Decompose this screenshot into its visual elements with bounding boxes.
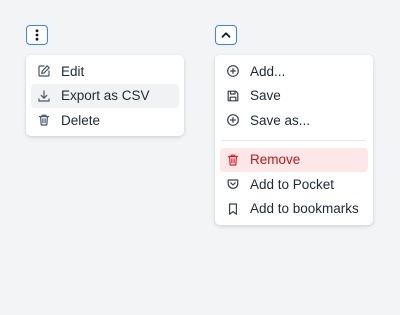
menu-item-remove[interactable]: Remove (220, 147, 368, 172)
plus-circle-icon (226, 64, 240, 78)
menu-item-add-to-bookmarks[interactable]: Add to bookmarks (220, 197, 368, 222)
chevron-up-icon (221, 32, 231, 38)
menu-item-edit[interactable]: Edit (31, 59, 179, 84)
menu-item-label: Edit (61, 63, 85, 79)
download-icon (37, 89, 51, 103)
menu-item-add-to-pocket[interactable]: Add to Pocket (220, 172, 368, 197)
pocket-icon (226, 177, 240, 191)
menu-item-label: Save (250, 88, 281, 104)
more-options-button[interactable] (26, 25, 48, 45)
edit-icon (37, 64, 51, 78)
menu-item-label: Save as... (250, 112, 311, 128)
save-icon (226, 89, 240, 103)
row-actions-menu: Edit Export as CSV Delete (26, 55, 184, 136)
plus-circle-icon (226, 113, 240, 127)
trash-icon (37, 113, 51, 127)
trash-icon (226, 153, 240, 167)
menu-item-export-csv[interactable]: Export as CSV (31, 83, 179, 108)
menu-item-label: Remove (250, 152, 301, 168)
dots-vertical-icon (35, 29, 39, 41)
menu-item-delete[interactable]: Delete (31, 108, 179, 133)
collapse-menu-button[interactable] (215, 25, 237, 45)
menu-item-add[interactable]: Add... (220, 59, 368, 84)
menu-item-label: Add... (250, 63, 286, 79)
menu-item-save[interactable]: Save (220, 84, 368, 109)
menu-item-label: Add to bookmarks (250, 201, 359, 217)
menu-item-label: Export as CSV (61, 88, 150, 104)
menu-divider (222, 139, 366, 141)
menu-item-label: Add to Pocket (250, 176, 335, 192)
menu-item-save-as[interactable]: Save as... (220, 108, 368, 133)
menu-item-label: Delete (61, 112, 101, 128)
page-actions-menu: Add... Save Save as... Remove Add to Poc… (215, 55, 373, 225)
bookmark-icon (226, 202, 240, 216)
